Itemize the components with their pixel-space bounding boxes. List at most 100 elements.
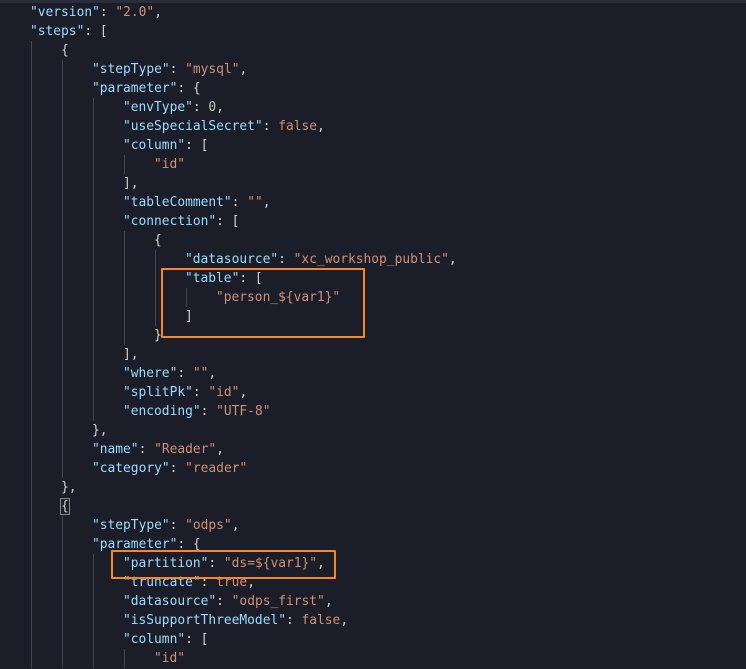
punctuation: : [169, 518, 186, 533]
code-text: ], [123, 174, 139, 193]
indent-guide [155, 288, 156, 307]
json-key: "stepType" [92, 62, 170, 77]
code-line[interactable]: { [0, 231, 746, 250]
indent-guide [93, 630, 94, 649]
code-line[interactable]: "envType": 0, [0, 98, 746, 117]
code-line[interactable]: "encoding": "UTF-8" [0, 402, 746, 421]
indent-guide [62, 345, 63, 364]
indent-guide [93, 326, 94, 345]
punctuation: : [200, 404, 217, 419]
json-string-value: "xc_workshop_public" [293, 252, 449, 267]
punctuation: , [262, 195, 271, 210]
indent-guide [124, 649, 125, 668]
code-line[interactable]: { [0, 41, 746, 60]
indent-guide [93, 573, 94, 592]
code-line[interactable]: ] [0, 307, 746, 326]
code-text: "envType": 0, [123, 98, 224, 117]
json-key: "tableComment" [123, 195, 232, 210]
json-key: "splitPk" [123, 385, 193, 400]
code-line[interactable]: ], [0, 345, 746, 364]
punctuation: , [324, 594, 333, 609]
code-line[interactable]: "isSupportThreeModel": false, [0, 611, 746, 630]
code-line[interactable]: "where": "", [0, 364, 746, 383]
code-line[interactable]: "parameter": { [0, 79, 746, 98]
json-string-value: "id" [208, 385, 240, 400]
json-key: "stepType" [92, 518, 170, 533]
punctuation: , [216, 100, 224, 115]
json-number-value: 0 [208, 100, 217, 115]
indent-guide [31, 402, 32, 421]
indent-guide [31, 288, 32, 307]
code-line[interactable]: }, [0, 421, 746, 440]
indent-guide [62, 250, 63, 269]
indent-guide [93, 307, 94, 326]
indent-guide [31, 440, 32, 459]
indent-guide [31, 611, 32, 630]
indent-guide [31, 421, 32, 440]
indent-guide [31, 326, 32, 345]
code-text: "steps": [ [30, 22, 108, 41]
code-line[interactable]: }, [0, 478, 746, 497]
code-line[interactable]: "stepType": "odps", [0, 516, 746, 535]
json-key: "column" [123, 632, 186, 647]
code-line[interactable]: "useSpecialSecret": false, [0, 117, 746, 136]
json-key: "where" [123, 366, 178, 381]
code-line[interactable]: "splitPk": "id", [0, 383, 746, 402]
json-key: "column" [123, 138, 186, 153]
code-text: "encoding": "UTF-8" [123, 402, 270, 421]
punctuation: , [317, 119, 325, 134]
highlight-box-partition [111, 550, 336, 579]
code-line[interactable]: "id" [0, 649, 746, 668]
code-line[interactable]: "table": [ [0, 269, 746, 288]
code-line[interactable]: { [0, 497, 746, 516]
indent-guide [31, 345, 32, 364]
indent-guide [93, 117, 94, 136]
code-line[interactable]: "name": "Reader", [0, 440, 746, 459]
code-text: "stepType": "mysql", [92, 60, 247, 79]
code-line[interactable]: } [0, 326, 746, 345]
code-line[interactable]: "datasource": "odps_first", [0, 592, 746, 611]
json-key: "isSupportThreeModel" [123, 613, 286, 628]
indent-guide [62, 212, 63, 231]
indent-guide [62, 421, 63, 440]
json-key: "connection" [123, 214, 217, 229]
json-key: "encoding" [123, 404, 201, 419]
indent-guide [62, 60, 63, 79]
code-line[interactable]: "connection": [ [0, 212, 746, 231]
code-line[interactable]: "tableComment": "", [0, 193, 746, 212]
code-text: { [61, 41, 69, 60]
indent-guide [93, 649, 94, 668]
code-line[interactable]: "category": "reader" [0, 459, 746, 478]
punctuation: : [ [185, 138, 209, 153]
code-line[interactable]: "steps": [ [0, 22, 746, 41]
code-line[interactable]: "version": "2.0", [0, 3, 746, 22]
indent-guide [62, 573, 63, 592]
indent-guide [62, 326, 63, 345]
punctuation: : [169, 62, 186, 77]
indent-guide [31, 117, 32, 136]
code-line[interactable]: "column": [ [0, 136, 746, 155]
punctuation: : [262, 119, 279, 134]
indent-guide [155, 250, 156, 269]
indent-guide [93, 155, 94, 174]
indent-guide [31, 592, 32, 611]
code-line[interactable]: ], [0, 174, 746, 193]
indent-guide [93, 136, 94, 155]
code-line[interactable]: "id" [0, 155, 746, 174]
code-line[interactable]: "person_${var1}" [0, 288, 746, 307]
code-line[interactable]: "datasource": "xc_workshop_public", [0, 250, 746, 269]
code-text: "stepType": "odps", [92, 516, 239, 535]
code-line[interactable]: "stepType": "mysql", [0, 60, 746, 79]
indent-guide [62, 535, 63, 554]
indent-guide [62, 288, 63, 307]
code-line[interactable]: "column": [ [0, 630, 746, 649]
indent-guide [93, 250, 94, 269]
indent-guide [124, 326, 125, 345]
json-string-value: "reader" [185, 461, 248, 476]
json-key: "datasource" [185, 252, 279, 267]
code-text: { [60, 497, 70, 516]
json-string-value: false [278, 119, 318, 134]
json-string-value: false [301, 613, 341, 628]
json-key: "useSpecialSecret" [123, 119, 263, 134]
json-string-value: "odps" [185, 518, 232, 533]
